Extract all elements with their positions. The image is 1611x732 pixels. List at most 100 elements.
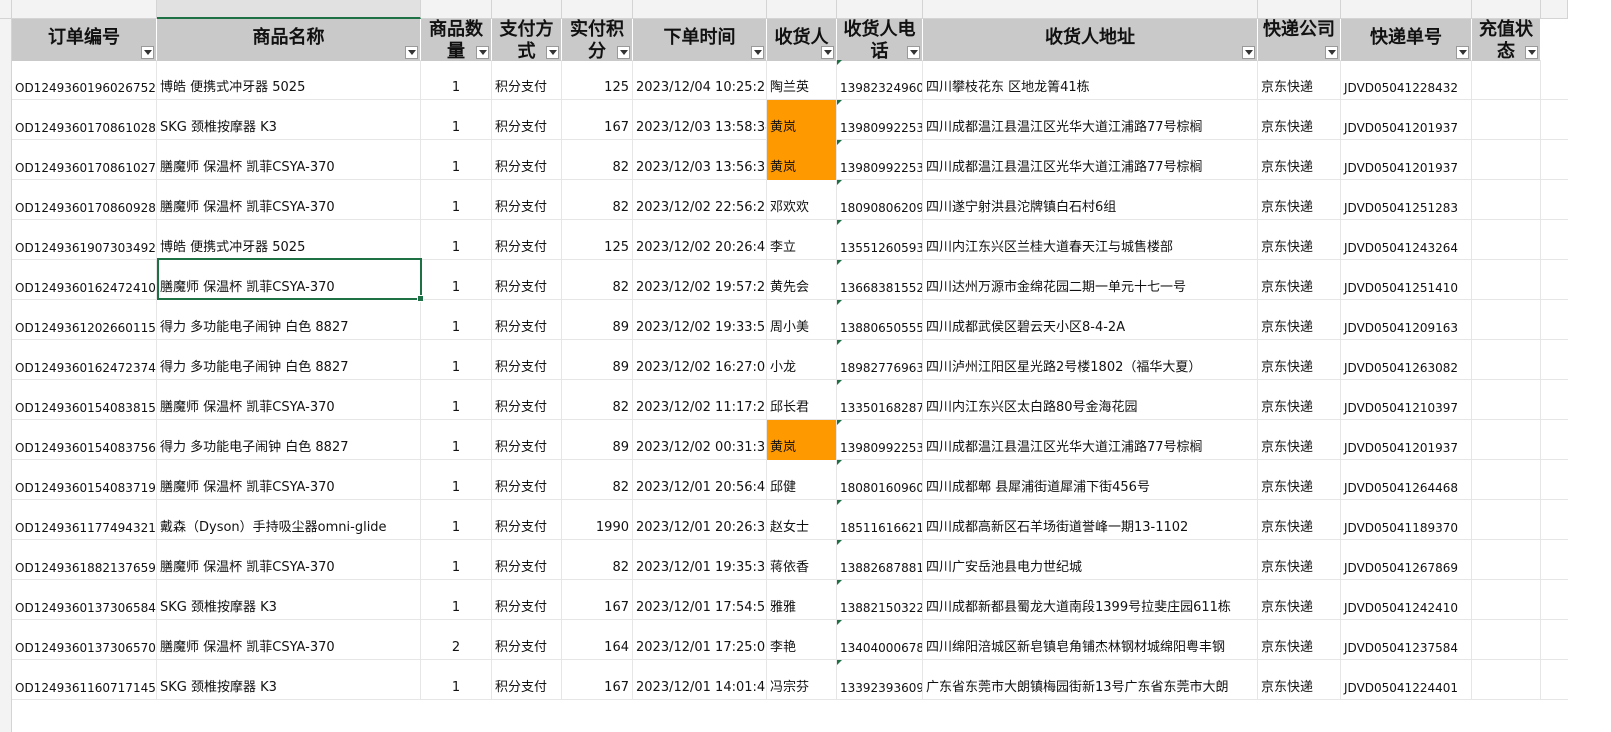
points-cell[interactable]: 82 — [562, 380, 633, 420]
points-cell[interactable]: 164 — [562, 620, 633, 660]
recharge-status-cell[interactable] — [1472, 380, 1541, 420]
order-id-cell[interactable]: OD1249361202660115 — [12, 300, 157, 340]
points-cell[interactable]: 1990 — [562, 500, 633, 540]
quantity-cell[interactable]: 1 — [421, 260, 492, 300]
payment-method-cell[interactable]: 积分支付 — [492, 500, 562, 540]
order-id-cell[interactable]: OD1249360137306570 — [12, 620, 157, 660]
tracking-number-cell[interactable]: JDVD05041224401 — [1341, 660, 1472, 700]
points-cell[interactable]: 89 — [562, 340, 633, 380]
product-name-cell[interactable]: 膳魔师 保温杯 凯菲CSYA-370 — [157, 620, 421, 660]
quantity-cell[interactable]: 1 — [421, 340, 492, 380]
column-letter-D[interactable] — [492, 0, 562, 19]
product-name-cell[interactable]: 得力 多功能电子闹钟 白色 8827 — [157, 300, 421, 340]
points-cell[interactable]: 82 — [562, 540, 633, 580]
payment-method-cell[interactable]: 积分支付 — [492, 540, 562, 580]
order-time-cell[interactable]: 2023/12/02 19:33:56 — [633, 300, 767, 340]
filter-dropdown-icon[interactable] — [405, 46, 418, 59]
tracking-number-cell[interactable]: JDVD05041267869 — [1341, 540, 1472, 580]
recipient-phone-cell[interactable]: 18982776963 — [837, 340, 923, 380]
recipient-address-cell[interactable]: 四川内江东兴区太白路80号金海花园 — [923, 380, 1258, 420]
recipient-name-cell[interactable]: 小龙 — [767, 340, 837, 380]
recipient-name-cell[interactable]: 冯宗芬 — [767, 660, 837, 700]
recharge-status-cell[interactable] — [1472, 140, 1541, 180]
quantity-cell[interactable]: 1 — [421, 460, 492, 500]
courier-cell[interactable]: 京东快递 — [1258, 60, 1341, 100]
recharge-status-cell[interactable] — [1472, 660, 1541, 700]
recipient-phone-cell[interactable]: 13882150322 — [837, 580, 923, 620]
courier-cell[interactable]: 京东快递 — [1258, 580, 1341, 620]
recipient-name-cell[interactable]: 黄先会 — [767, 260, 837, 300]
recharge-status-cell[interactable] — [1472, 500, 1541, 540]
quantity-cell[interactable]: 1 — [421, 660, 492, 700]
recharge-status-cell[interactable] — [1472, 580, 1541, 620]
column-letter-B[interactable] — [157, 0, 421, 19]
courier-cell[interactable]: 京东快递 — [1258, 620, 1341, 660]
payment-method-cell[interactable]: 积分支付 — [492, 660, 562, 700]
recipient-name-cell[interactable]: 陶兰英 — [767, 60, 837, 100]
order-id-cell[interactable]: OD1249360170861027 — [12, 140, 157, 180]
product-name-cell[interactable]: 膳魔师 保温杯 凯菲CSYA-370 — [157, 380, 421, 420]
column-letter-F[interactable] — [633, 0, 767, 19]
recipient-name-cell[interactable]: 黄岚 — [767, 140, 837, 180]
order-time-cell[interactable]: 2023/12/01 17:25:05 — [633, 620, 767, 660]
column-letter-A[interactable] — [12, 0, 157, 19]
recharge-status-cell[interactable] — [1472, 540, 1541, 580]
points-cell[interactable]: 167 — [562, 660, 633, 700]
recipient-name-cell[interactable]: 李艳 — [767, 620, 837, 660]
order-id-cell[interactable]: OD1249361160717145 — [12, 660, 157, 700]
filter-dropdown-icon[interactable] — [1456, 46, 1469, 59]
courier-cell[interactable]: 京东快递 — [1258, 300, 1341, 340]
column-letter-L[interactable] — [1472, 0, 1541, 19]
recipient-phone-cell[interactable]: 13350168287 — [837, 380, 923, 420]
quantity-cell[interactable]: 2 — [421, 620, 492, 660]
recharge-status-cell[interactable] — [1472, 60, 1541, 100]
recipient-name-cell[interactable]: 蒋依香 — [767, 540, 837, 580]
recipient-address-cell[interactable]: 四川成都温江县温江区光华大道江浦路77号棕榈 — [923, 140, 1258, 180]
order-id-cell[interactable]: OD1249360162472374 — [12, 340, 157, 380]
payment-method-cell[interactable]: 积分支付 — [492, 180, 562, 220]
recharge-status-cell[interactable] — [1472, 100, 1541, 140]
column-letter-M[interactable] — [1541, 0, 1568, 19]
recipient-address-cell[interactable]: 四川成都武侯区碧云天小区8-4-2A — [923, 300, 1258, 340]
recipient-phone-cell[interactable]: 18090806209 — [837, 180, 923, 220]
order-id-cell[interactable]: OD1249360170861028 — [12, 100, 157, 140]
filter-dropdown-icon[interactable] — [1525, 46, 1538, 59]
recharge-status-cell[interactable] — [1472, 420, 1541, 460]
recipient-name-cell[interactable]: 邱健 — [767, 460, 837, 500]
tracking-number-cell[interactable]: JDVD05041201937 — [1341, 420, 1472, 460]
filter-dropdown-icon[interactable] — [907, 46, 920, 59]
recipient-address-cell[interactable]: 四川遂宁射洪县沱牌镇白石村6组 — [923, 180, 1258, 220]
recipient-address-cell[interactable]: 广东省东莞市大朗镇梅园街新13号广东省东莞市大朗 — [923, 660, 1258, 700]
courier-cell[interactable]: 京东快递 — [1258, 500, 1341, 540]
filter-dropdown-icon[interactable] — [751, 46, 764, 59]
points-cell[interactable]: 82 — [562, 460, 633, 500]
courier-cell[interactable]: 京东快递 — [1258, 140, 1341, 180]
order-id-cell[interactable]: OD1249361882137659 — [12, 540, 157, 580]
payment-method-cell[interactable]: 积分支付 — [492, 420, 562, 460]
order-id-cell[interactable]: OD1249360154083756 — [12, 420, 157, 460]
recipient-address-cell[interactable]: 四川泸州江阳区星光路2号楼1802（福华大夏） — [923, 340, 1258, 380]
recharge-status-cell[interactable] — [1472, 220, 1541, 260]
filter-dropdown-icon[interactable] — [546, 46, 559, 59]
column-letter-I[interactable] — [923, 0, 1258, 19]
recipient-phone-cell[interactable]: 13980992253 — [837, 140, 923, 180]
tracking-number-cell[interactable]: JDVD05041251283 — [1341, 180, 1472, 220]
tracking-number-cell[interactable]: JDVD05041189370 — [1341, 500, 1472, 540]
points-cell[interactable]: 89 — [562, 300, 633, 340]
recipient-phone-cell[interactable]: 13980992253 — [837, 100, 923, 140]
recipient-phone-cell[interactable]: 13668381552 — [837, 260, 923, 300]
payment-method-cell[interactable]: 积分支付 — [492, 220, 562, 260]
order-time-cell[interactable]: 2023/12/02 19:57:28 — [633, 260, 767, 300]
payment-method-cell[interactable]: 积分支付 — [492, 380, 562, 420]
column-letter-C[interactable] — [421, 0, 492, 19]
recipient-address-cell[interactable]: 四川成都高新区石羊场街道誉峰一期13-1102 — [923, 500, 1258, 540]
courier-cell[interactable]: 京东快递 — [1258, 340, 1341, 380]
recipient-phone-cell[interactable]: 13880650555 — [837, 300, 923, 340]
quantity-cell[interactable]: 1 — [421, 180, 492, 220]
column-letter-H[interactable] — [837, 0, 923, 19]
order-id-cell[interactable]: OD1249360154083719 — [12, 460, 157, 500]
recipient-name-cell[interactable]: 周小美 — [767, 300, 837, 340]
recharge-status-cell[interactable] — [1472, 620, 1541, 660]
recipient-phone-cell[interactable]: 13551260593 — [837, 220, 923, 260]
order-time-cell[interactable]: 2023/12/01 14:01:49 — [633, 660, 767, 700]
